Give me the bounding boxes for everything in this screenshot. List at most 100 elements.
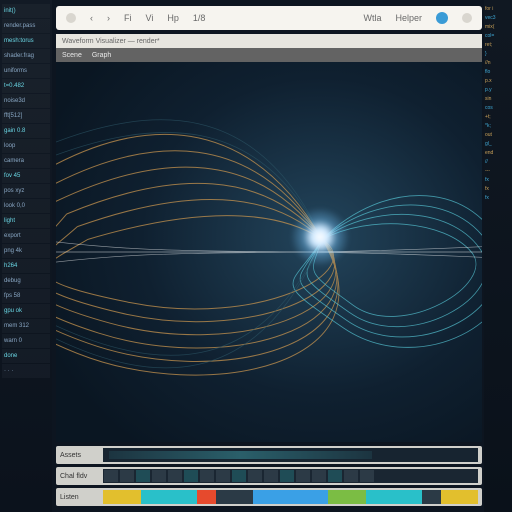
timeline-segment[interactable] [141, 490, 197, 504]
sidebar-row[interactable]: fft[512] [2, 109, 50, 123]
code-line: p.y [485, 87, 511, 96]
sidebar-row[interactable]: render.pass [2, 19, 50, 33]
sidebar-row[interactable]: h264 [2, 259, 50, 273]
thumbnail[interactable] [264, 470, 278, 482]
code-line: //n [485, 60, 511, 69]
timeline-segment[interactable] [366, 490, 422, 504]
sidebar-row[interactable]: uniforms [2, 64, 50, 78]
thumbnail[interactable] [216, 470, 230, 482]
code-line: fx [485, 186, 511, 195]
thumbnail-strip[interactable] [103, 469, 478, 483]
code-line: cos [485, 105, 511, 114]
sidebar-row[interactable]: done [2, 349, 50, 363]
assets-track[interactable] [103, 448, 478, 462]
thumbnail[interactable] [200, 470, 214, 482]
assets-label: Assets [60, 452, 100, 459]
sidebar-row[interactable]: warn 0 [2, 334, 50, 348]
thumbnail[interactable] [184, 470, 198, 482]
thumbnails-panel: Chal fldv [56, 467, 482, 485]
code-line: --- [485, 168, 511, 177]
code-line: end [485, 150, 511, 159]
thumbnail[interactable] [248, 470, 262, 482]
thumbnail[interactable] [232, 470, 246, 482]
tab-graph[interactable]: Graph [92, 52, 111, 59]
focal-glow [290, 207, 350, 267]
sidebar-row[interactable]: mesh:torus [2, 34, 50, 48]
nav-forward-button[interactable]: › [107, 13, 110, 23]
thumbnail[interactable] [312, 470, 326, 482]
menu-file[interactable]: Fi [124, 13, 132, 23]
code-line: gl_ [485, 141, 511, 150]
sidebar-row[interactable]: light [2, 214, 50, 228]
menu-view[interactable]: Vi [146, 13, 154, 23]
sidebar-row[interactable]: loop [2, 139, 50, 153]
thumbnail[interactable] [280, 470, 294, 482]
tab-scene[interactable]: Scene [62, 52, 82, 59]
app-icon [66, 13, 76, 23]
timeline-track[interactable] [103, 490, 478, 504]
thumbnail[interactable] [152, 470, 166, 482]
timeline-label: Listen [60, 494, 100, 501]
footer-panels: Assets Chal fldv Listen [56, 446, 482, 506]
code-line: flo [485, 69, 511, 78]
thumbnail[interactable] [104, 470, 118, 482]
sidebar-row[interactable]: fov 45 [2, 169, 50, 183]
sidebar-row[interactable]: png 4k [2, 244, 50, 258]
assets-panel: Assets [56, 446, 482, 464]
nav-back-button[interactable]: ‹ [90, 13, 93, 23]
top-toolbar: ‹ › Fi Vi Hp 1/8 Wtla Helper [56, 6, 482, 30]
avatar[interactable] [436, 12, 448, 24]
left-sidebar: init() render.pass mesh:torus shader.fra… [0, 0, 52, 512]
sidebar-row[interactable]: mem 312 [2, 319, 50, 333]
render-canvas[interactable] [56, 62, 482, 442]
timeline-segment[interactable] [441, 490, 479, 504]
sidebar-row[interactable]: init() [2, 4, 50, 18]
sidebar-row[interactable]: pos xyz [2, 184, 50, 198]
sidebar-row[interactable]: noise3d [2, 94, 50, 108]
thumbnail[interactable] [136, 470, 150, 482]
code-line: p.x [485, 78, 511, 87]
code-line: ret; [485, 42, 511, 51]
sidebar-row[interactable]: export [2, 229, 50, 243]
toolbar-extra: Wtla [363, 13, 381, 23]
code-line: fx [485, 195, 511, 204]
timeline-segment[interactable] [422, 490, 441, 504]
timeline-segment[interactable] [103, 490, 141, 504]
sidebar-row[interactable]: look 0,0 [2, 199, 50, 213]
timeline-segment[interactable] [216, 490, 254, 504]
viewer-window: Waveform Visualizer — render* Scene Grap… [56, 34, 482, 442]
sidebar-row[interactable]: t=0.482 [2, 79, 50, 93]
code-line: } [485, 51, 511, 60]
sidebar-row[interactable]: fps 58 [2, 289, 50, 303]
code-line: // [485, 159, 511, 168]
thumbnails-label: Chal fldv [60, 473, 100, 480]
code-line: mix( [485, 24, 511, 33]
thumbnail[interactable] [120, 470, 134, 482]
timeline-segment[interactable] [328, 490, 366, 504]
thumbnail[interactable] [328, 470, 342, 482]
timeline-segment[interactable] [197, 490, 216, 504]
viewer-tabbar: Scene Graph [56, 48, 482, 62]
user-label[interactable]: Helper [395, 13, 422, 23]
sidebar-row[interactable]: debug [2, 274, 50, 288]
thumbnail[interactable] [360, 470, 374, 482]
code-line: sin [485, 96, 511, 105]
thumbnail[interactable] [344, 470, 358, 482]
sidebar-row[interactable]: shader.frag [2, 49, 50, 63]
menu-help[interactable]: Hp [167, 13, 179, 23]
sidebar-row[interactable]: gpu ok [2, 304, 50, 318]
thumbnail[interactable] [296, 470, 310, 482]
sidebar-row: · · · [2, 364, 50, 378]
settings-icon[interactable] [462, 13, 472, 23]
code-line: *k; [485, 123, 511, 132]
timeline-panel: Listen [56, 488, 482, 506]
code-line: col= [485, 33, 511, 42]
viewer-titlebar: Waveform Visualizer — render* [56, 34, 482, 48]
sidebar-row[interactable]: gain 0.8 [2, 124, 50, 138]
code-line: vec3 [485, 15, 511, 24]
timeline-segment[interactable] [253, 490, 328, 504]
code-line: +t; [485, 114, 511, 123]
sidebar-row[interactable]: camera [2, 154, 50, 168]
thumbnail[interactable] [168, 470, 182, 482]
wireframe-svg [56, 62, 482, 442]
